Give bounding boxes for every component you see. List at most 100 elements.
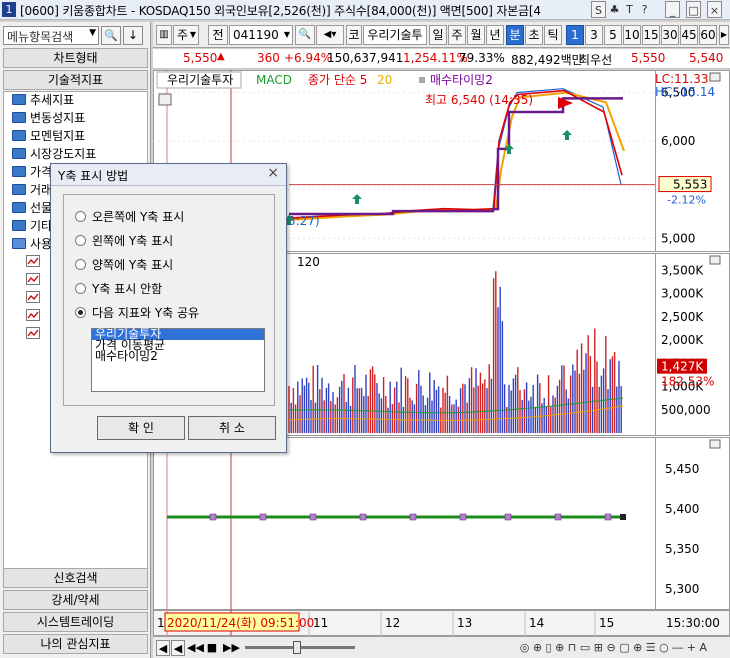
radio-no-axis[interactable]: Y축 표시 안함 (75, 281, 162, 297)
period-week[interactable]: 주 (448, 25, 466, 45)
interval-5[interactable]: 5 (604, 25, 622, 45)
folder-icon (12, 202, 26, 213)
t-button[interactable]: T (622, 1, 637, 18)
pane-maximize-icon (709, 255, 721, 265)
legend-stock: 우리기술투자 (167, 73, 233, 87)
minimize-button[interactable]: _ (665, 1, 680, 18)
period-second[interactable]: 초 (525, 25, 543, 45)
signal-tick-label: 5,450 (665, 462, 699, 476)
tree-subitem-4[interactable] (26, 308, 40, 325)
interval-1[interactable]: 1 (566, 25, 584, 45)
list-item-signal[interactable]: 매수타이밍2 (92, 350, 264, 362)
my-indicators-button[interactable]: 나의 관심지표 (3, 634, 148, 654)
chart-type-header[interactable]: 차트형태 (3, 48, 148, 68)
stock-name-field[interactable]: 우리기술투 (363, 25, 427, 45)
radio-circle-icon (75, 211, 86, 222)
radio-selected-icon (75, 307, 86, 318)
dialog-title-bar: Y축 표시 방법 × (51, 164, 286, 186)
s-button[interactable]: S (591, 1, 606, 18)
legend-ma: 종가 단순 5 (308, 73, 367, 87)
period-tick[interactable]: 틱 (544, 25, 562, 45)
signal-search-button[interactable]: 신호검색 (3, 568, 148, 588)
technical-indicator-header[interactable]: 기술적지표 (3, 70, 148, 90)
share-target-list[interactable]: 우리기술투자 가격 이동평균 매수타이밍2 (91, 328, 265, 392)
window-number-badge: 1 (2, 2, 16, 17)
period-minute[interactable]: 분 (506, 25, 524, 45)
close-button[interactable]: × (707, 1, 722, 18)
signal-point (554, 513, 562, 521)
help-button[interactable]: ? (637, 1, 652, 18)
x-axis-label: 12 (385, 616, 400, 630)
tree-item-momentum[interactable]: 모멘텀지표 (12, 128, 85, 145)
menu-search-input[interactable]: 메뉴항목검색 ▼ (3, 26, 99, 45)
up-arrow-icon: ▲ (217, 51, 225, 62)
club-icon[interactable]: ♣ (607, 1, 622, 18)
signal-point (459, 513, 467, 521)
strength-weakness-button[interactable]: 강세/약세 (3, 590, 148, 610)
play-forward-icon[interactable]: ▶▶ (223, 640, 240, 656)
tree-item-user[interactable]: 사용 (12, 236, 52, 253)
chart-bottom-bar: ◀ ◀ ◀◀ ■ ▶▶ ◎ ⊕ ▯ ⊕ ⊓ ▭ ⊞ ⊖ ▢ ⊕ ☰ ○ ― + … (153, 636, 730, 658)
close-icon[interactable]: × (267, 165, 279, 181)
interval-45[interactable]: 45 (680, 25, 698, 45)
volume-tick-label: 2,500K (661, 310, 704, 324)
menu-toggle-button[interactable]: ▥ (156, 25, 172, 45)
radio-both-axes[interactable]: 양쪽에 Y축 표시 (75, 257, 173, 273)
zoom-controls[interactable]: ◎ ⊕ ▯ ⊕ ⊓ ▭ ⊞ ⊖ ▢ ⊕ ☰ ○ ― + A (367, 640, 707, 656)
chart-icon (26, 291, 40, 303)
ok-button[interactable]: 확 인 (97, 416, 185, 440)
folder-icon (12, 166, 26, 177)
low-time-annotation: 3:27) (288, 214, 320, 228)
interval-15[interactable]: 15 (642, 25, 660, 45)
chart-icon (26, 309, 40, 321)
period-month[interactable]: 월 (467, 25, 485, 45)
system-trading-button[interactable]: 시스템트레이딩 (3, 612, 148, 632)
cancel-button[interactable]: 취 소 (188, 416, 276, 440)
tree-item-volatility[interactable]: 변동성지표 (12, 110, 85, 127)
tree-item-price[interactable]: 가격 (12, 164, 52, 181)
folder-icon (12, 220, 26, 231)
chevron-down-icon: ▼ (189, 30, 196, 39)
down-button[interactable]: ↓ (123, 26, 143, 45)
current-price: 5,550 (183, 51, 218, 65)
radio-circle-icon (75, 259, 86, 270)
tree-subitem-1[interactable] (26, 254, 40, 271)
scroll-prev-button[interactable]: ◀ (171, 640, 185, 656)
dialog-option-group: 오른쪽에 Y축 표시 왼쪽에 Y축 표시 양쪽에 Y축 표시 Y축 표시 안함 … (63, 194, 275, 406)
tree-item-market-strength[interactable]: 시장강도지표 (12, 146, 96, 163)
stock-code-input[interactable]: 041190 ▼ (229, 25, 293, 45)
tree-subitem-2[interactable] (26, 272, 40, 289)
interval-10[interactable]: 10 (623, 25, 641, 45)
scroll-first-button[interactable]: ◀ (156, 640, 170, 656)
tree-item-trend[interactable]: 추세지표 (12, 92, 74, 109)
radio-left-axis[interactable]: 왼쪽에 Y축 표시 (75, 233, 173, 249)
search-icon[interactable]: 🔍 (295, 25, 315, 45)
high-annotation: 최고 6,540 (14:35) (425, 93, 533, 107)
maximize-button[interactable]: □ (686, 1, 701, 18)
tree-subitem-5[interactable] (26, 326, 40, 343)
interval-60[interactable]: 60 (699, 25, 717, 45)
play-back-icon[interactable]: ◀◀ (187, 640, 204, 656)
period-year[interactable]: 년 (486, 25, 504, 45)
search-button[interactable]: 🔍 (101, 26, 121, 45)
tree-item-volume[interactable]: 거래 (12, 182, 52, 199)
time-cursor-label: 2020/11/24(화) 09:51:00 (167, 616, 314, 630)
radio-share-axis[interactable]: 다음 지표와 Y축 공유 (75, 305, 199, 321)
signal-tick-label: 5,400 (665, 502, 699, 516)
name-prefix-button[interactable]: 코 (346, 25, 362, 45)
tree-item-other[interactable]: 기타 (12, 218, 52, 235)
volume-tick-label: 2,000K (661, 333, 704, 347)
chevron-right-icon[interactable]: ▶ (719, 25, 729, 45)
interval-30[interactable]: 30 (661, 25, 679, 45)
stop-icon[interactable]: ■ (205, 640, 219, 656)
period-day[interactable]: 일 (429, 25, 447, 45)
mode-select[interactable]: 주 ▼ (173, 25, 199, 45)
speaker-icon[interactable]: ◀▾ (316, 25, 344, 45)
mode2-button[interactable]: 전 (208, 25, 228, 45)
interval-3[interactable]: 3 (585, 25, 603, 45)
tree-subitem-3[interactable] (26, 290, 40, 307)
zoom-slider-thumb[interactable] (293, 641, 301, 654)
radio-right-axis[interactable]: 오른쪽에 Y축 표시 (75, 209, 184, 225)
tree-item-futures[interactable]: 선물 (12, 200, 52, 217)
chevron-down-icon[interactable]: ▼ (89, 28, 96, 38)
